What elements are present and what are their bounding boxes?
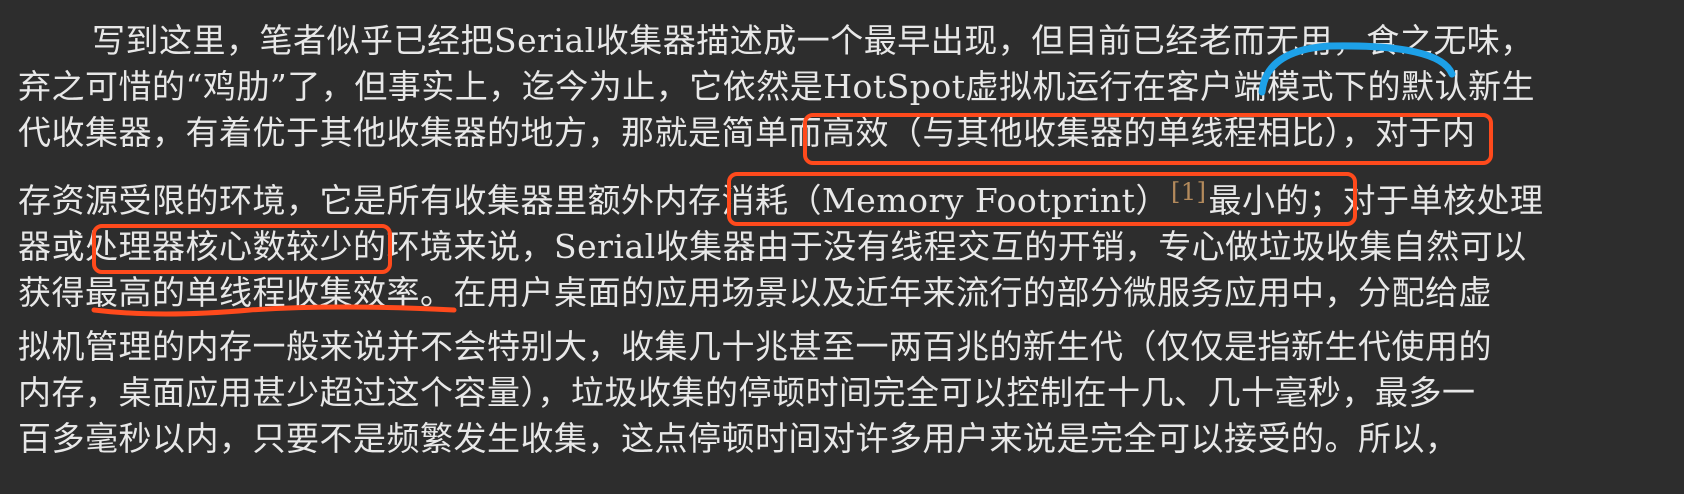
text-line-6: 获得最高的单线程收集效率。在用户桌面的应用场景以及近年来流行的部分微服务应用中，… — [18, 273, 1492, 312]
footnote-marker[interactable]: [1] — [1171, 178, 1207, 206]
text-line-4-main: 存资源受限的环境，它是所有收集器里额外内存消耗（Memory Footprint… — [18, 181, 1169, 220]
text-line-5: 器或处理器核心数较少的环境来说，Serial收集器由于没有线程交互的开销，专心做… — [18, 227, 1527, 266]
text-line-4-tail: 最小的；对于单核处理 — [1208, 181, 1544, 220]
text-line-8: 内存，桌面应用甚少超过这个容量），垃圾收集的停顿时间完全可以控制在十几、几十毫秒… — [18, 373, 1476, 412]
text-line-7: 拟机管理的内存一般来说并不会特别大，收集几十兆甚至一两百兆的新生代（仅仅是指新生… — [18, 327, 1492, 366]
text-line-9: 百多毫秒以内，只要不是频繁发生收集，这点停顿时间对许多用户来说是完全可以接受的。… — [18, 419, 1459, 458]
page-canvas: 写到这里，笔者似乎已经把Serial收集器描述成一个最早出现，但目前已经老而无用… — [0, 0, 1684, 494]
text-line-3: 代收集器，有着优于其他收集器的地方，那就是简单而高效（与其他收集器的单线程相比）… — [18, 113, 1476, 152]
text-line-1: 写到这里，笔者似乎已经把Serial收集器描述成一个最早出现，但目前已经老而无用… — [92, 21, 1534, 60]
text-line-2: 弃之可惜的“鸡肋”了，但事实上，迄今为止，它依然是HotSpot虚拟机运行在客户… — [18, 67, 1536, 106]
text-line-4: 存资源受限的环境，它是所有收集器里额外内存消耗（Memory Footprint… — [18, 178, 1543, 224]
